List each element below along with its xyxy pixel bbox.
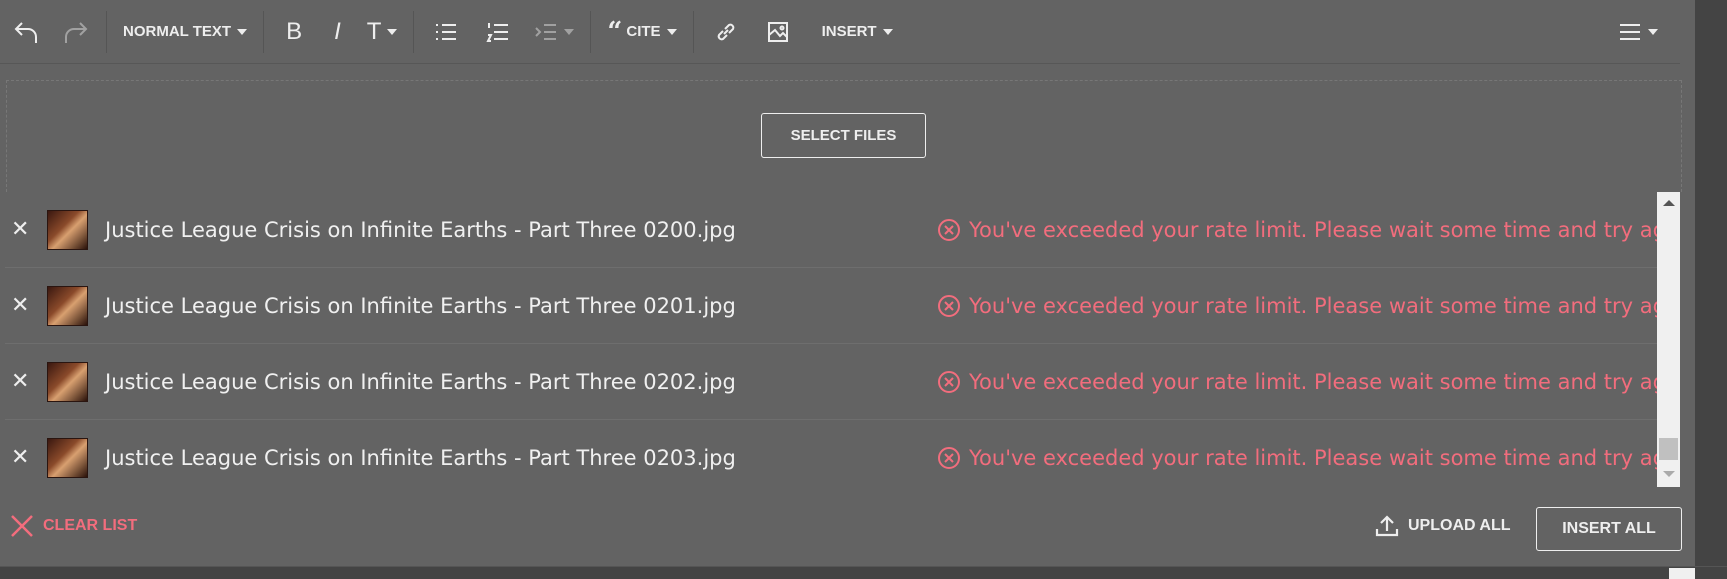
file-row: ✕ Justice League Crisis on Infinite Eart…: [5, 344, 1657, 420]
error-message: You've exceeded your rate limit. Please …: [969, 445, 1657, 470]
italic-button[interactable]: I: [318, 12, 357, 52]
bullet-list-icon: [436, 23, 457, 40]
chevron-down-icon: [237, 28, 248, 35]
remove-file-button[interactable]: ✕: [11, 293, 37, 318]
indent-icon: [535, 23, 557, 40]
upload-error: You've exceeded your rate limit. Please …: [937, 446, 1657, 470]
error-circle-icon: [938, 370, 960, 393]
file-row: ✕ Justice League Crisis on Infinite Eart…: [5, 192, 1657, 268]
bold-button[interactable]: B: [270, 12, 318, 52]
select-files-button[interactable]: SELECT FILES: [761, 113, 926, 158]
file-thumbnail: [47, 361, 88, 402]
scroll-down-arrow-icon[interactable]: [1663, 471, 1675, 477]
more-menu-button[interactable]: [1608, 12, 1668, 52]
upload-error: You've exceeded your rate limit. Please …: [937, 294, 1657, 318]
file-thumbnail: [47, 209, 88, 250]
image-button[interactable]: [752, 12, 804, 52]
remove-file-button[interactable]: ✕: [11, 369, 37, 394]
bullet-list-button[interactable]: [420, 12, 472, 52]
clear-list-button[interactable]: CLEAR LIST: [10, 514, 137, 538]
numbered-list-icon: [486, 22, 509, 42]
link-button[interactable]: [700, 12, 752, 52]
error-message: You've exceeded your rate limit. Please …: [969, 369, 1657, 394]
menu-icon: [1620, 23, 1640, 40]
cite-dropdown[interactable]: “CITE: [597, 12, 686, 52]
upload-file-list: ✕ Justice League Crisis on Infinite Eart…: [0, 192, 1657, 487]
chevron-down-icon: [666, 28, 677, 35]
bottom-scroll-area: [0, 566, 1727, 579]
toolbar-divider: [692, 10, 694, 53]
upload-error: You've exceeded your rate limit. Please …: [937, 218, 1657, 242]
undo-button[interactable]: [0, 12, 52, 52]
chevron-down-icon: [387, 28, 398, 35]
upload-error: You've exceeded your rate limit. Please …: [937, 370, 1657, 394]
toolbar-divider: [263, 10, 265, 53]
upload-icon: [1375, 515, 1399, 537]
text-size-dropdown[interactable]: T: [357, 12, 408, 52]
file-list-scrollbar[interactable]: [1657, 192, 1680, 487]
chevron-down-icon: [882, 28, 893, 35]
insert-all-button[interactable]: INSERT ALL: [1536, 507, 1682, 551]
file-thumbnail: [47, 437, 88, 478]
editor-toolbar: NORMAL TEXT B I T “CITE INSERT: [0, 0, 1680, 64]
file-name: Justice League Crisis on Infinite Earths…: [105, 217, 736, 242]
scrollbar-thumb[interactable]: [1659, 438, 1678, 460]
numbered-list-button[interactable]: [472, 12, 524, 52]
file-row: ✕ Justice League Crisis on Infinite Eart…: [5, 268, 1657, 344]
insert-label: INSERT: [821, 23, 877, 40]
error-circle-icon: [938, 218, 960, 241]
close-icon: [11, 515, 33, 537]
scroll-up-arrow-icon[interactable]: [1663, 200, 1675, 206]
editor-panel: NORMAL TEXT B I T “CITE INSERT SELECT FI…: [0, 0, 1695, 566]
remove-file-button[interactable]: ✕: [11, 445, 37, 470]
file-name: Justice League Crisis on Infinite Earths…: [105, 369, 736, 394]
file-name: Justice League Crisis on Infinite Earths…: [105, 293, 736, 318]
upload-all-label: UPLOAD ALL: [1408, 517, 1511, 534]
chevron-down-icon: [564, 28, 575, 35]
toolbar-divider: [106, 10, 107, 53]
resize-handle[interactable]: [1669, 568, 1695, 579]
upload-all-button[interactable]: UPLOAD ALL: [1375, 514, 1511, 538]
chevron-down-icon: [1648, 28, 1658, 35]
error-circle-icon: [938, 294, 960, 317]
link-icon: [717, 23, 734, 40]
error-message: You've exceeded your rate limit. Please …: [969, 293, 1657, 318]
clear-list-label: CLEAR LIST: [43, 517, 138, 534]
text-style-label: NORMAL TEXT: [123, 23, 232, 40]
text-style-dropdown[interactable]: NORMAL TEXT: [113, 12, 257, 52]
undo-icon: [14, 21, 37, 43]
insert-dropdown[interactable]: INSERT: [804, 12, 911, 52]
text-size-icon: T: [366, 17, 382, 45]
image-icon: [767, 21, 788, 42]
toolbar-divider: [590, 10, 592, 53]
quote-icon: “: [607, 16, 623, 47]
redo-button[interactable]: [52, 12, 100, 52]
toolbar-divider: [413, 10, 415, 53]
file-row: ✕ Justice League Crisis on Infinite Eart…: [5, 420, 1657, 487]
cite-label: CITE: [626, 23, 661, 40]
indent-dropdown[interactable]: [524, 12, 584, 52]
file-name: Justice League Crisis on Infinite Earths…: [105, 445, 736, 470]
redo-icon: [65, 21, 88, 43]
file-thumbnail: [47, 285, 88, 326]
error-message: You've exceeded your rate limit. Please …: [969, 217, 1657, 242]
remove-file-button[interactable]: ✕: [11, 217, 37, 242]
error-circle-icon: [938, 446, 960, 469]
